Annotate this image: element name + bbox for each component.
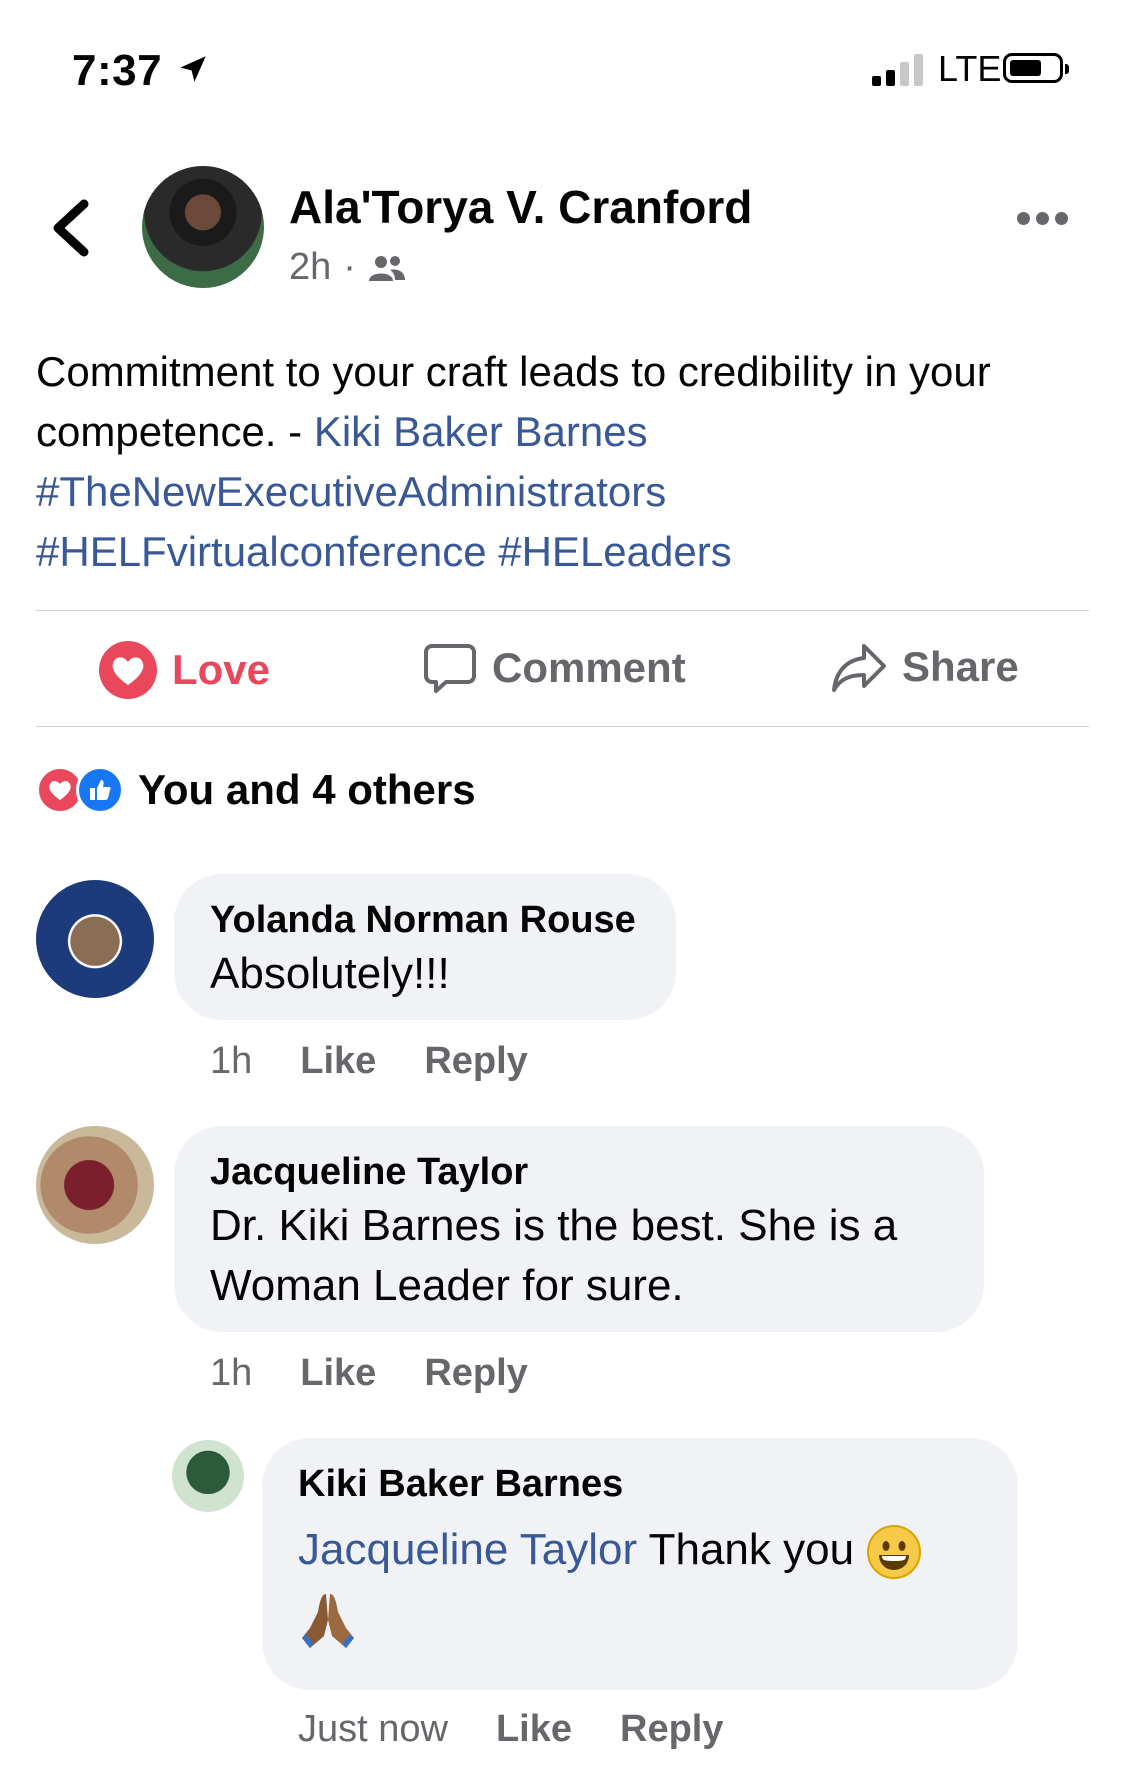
signal-icon [872,52,923,86]
share-label: Share [902,643,1019,690]
comment-actions: 1h Like Reply [210,1040,528,1083]
back-chevron-icon[interactable] [48,198,92,258]
friends-icon [368,255,405,281]
comment-text: Absolutely!!! [210,949,450,998]
commenter-avatar[interactable] [36,880,154,998]
reply-text: Jacqueline Taylor Thank you [298,1520,982,1580]
reply-actions: Just now Like Reply [298,1708,724,1751]
reactions-summary[interactable]: You and 4 others [36,766,476,814]
divider [36,726,1089,727]
status-time: 7:37 [72,46,163,95]
post-meta: 2h · [289,246,406,289]
location-arrow-icon [180,56,206,82]
reply-bubble: Kiki Baker Barnes Jacqueline Taylor Than… [262,1438,1018,1690]
reply-message: Thank you [637,1525,855,1574]
reply-time: Just now [298,1708,448,1750]
post-text: Commitment to your craft leads to credib… [36,342,1096,582]
battery-icon [1003,53,1069,83]
commenter-name[interactable]: Yolanda Norman Rouse [210,896,640,944]
like-reaction-icon [76,766,124,814]
reply-avatar[interactable] [172,1440,244,1512]
comment-actions: 1h Like Reply [210,1352,528,1395]
mention-link[interactable]: Kiki Baker Barnes [314,408,648,455]
share-icon [832,644,886,692]
reply-mention-link[interactable]: Jacqueline Taylor [298,1525,637,1574]
love-label: Love [172,646,271,693]
reply-reply-button[interactable]: Reply [620,1708,723,1751]
reply-name[interactable]: Kiki Baker Barnes [298,1460,982,1508]
commenter-name[interactable]: Jacqueline Taylor [210,1148,948,1196]
share-button[interactable]: Share [830,640,1019,694]
post-author-name[interactable]: Ala'Torya V. Cranford [289,180,752,234]
comment-reply-button[interactable]: Reply [424,1352,527,1395]
comment-reply-button[interactable]: Reply [424,1040,527,1083]
hashtag-link[interactable]: #HELeaders [498,528,731,575]
comment-icon [424,644,476,693]
meta-separator: · [343,246,356,288]
comment-like-button[interactable]: Like [300,1040,376,1083]
hashtag-link[interactable]: #TheNewExecutiveAdministrators [36,468,666,515]
reply-like-button[interactable]: Like [496,1708,572,1751]
comment-text: Dr. Kiki Barnes is the best. She is a Wo… [210,1201,898,1310]
praying-hands-emoji-icon [298,1590,982,1657]
comment-time: 1h [210,1040,253,1082]
commenter-avatar[interactable] [36,1126,154,1244]
divider [36,610,1089,611]
network-label: LTE [938,48,1002,89]
comment-bubble: Jacqueline Taylor Dr. Kiki Barnes is the… [174,1126,984,1332]
more-options-icon[interactable] [1017,212,1068,225]
reactions-text: You and 4 others [138,766,476,813]
hashtag-link[interactable]: #HELFvirtualconference [36,528,487,575]
love-button[interactable]: Love [98,640,270,700]
comment-label: Comment [492,644,686,691]
comment-button[interactable]: Comment [422,640,686,696]
comment-time: 1h [210,1352,253,1394]
post-time[interactable]: 2h [289,246,331,289]
love-icon [99,641,157,699]
smiley-emoji-icon [867,1525,922,1580]
comment-bubble: Yolanda Norman Rouse Absolutely!!! [174,874,676,1020]
comment-like-button[interactable]: Like [300,1352,376,1395]
author-avatar[interactable] [142,166,264,288]
